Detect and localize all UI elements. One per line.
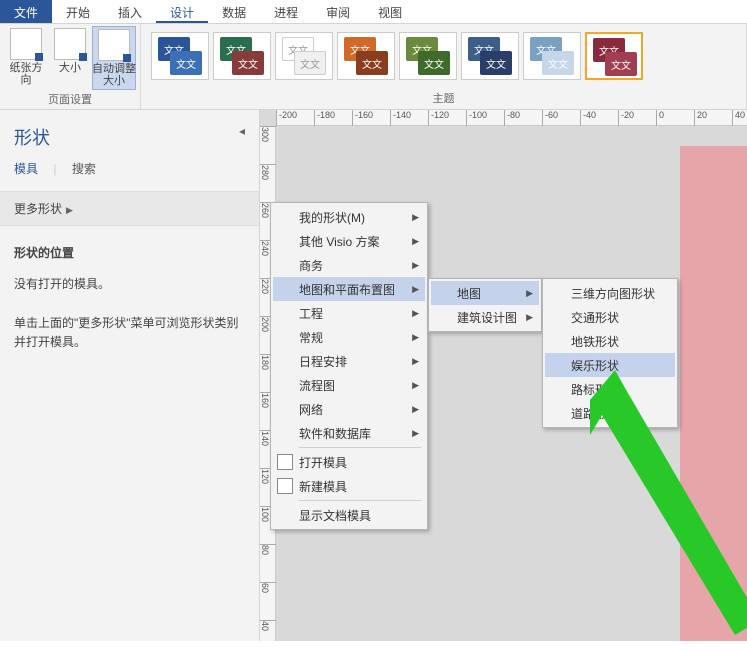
theme-swatch[interactable]: 文文文文 [337, 32, 395, 80]
open-icon [277, 454, 293, 470]
tab-review[interactable]: 审阅 [312, 0, 364, 23]
group-label-theme: 主题 [145, 89, 742, 107]
tab-insert[interactable]: 插入 [104, 0, 156, 23]
ruler-horizontal: -200-180-160-140-120-100-80-60-40-200204… [276, 110, 747, 126]
menu-item[interactable]: 娱乐形状 [545, 353, 675, 377]
chevron-right-icon: ▶ [412, 404, 419, 415]
menu-item[interactable]: 其他 Visio 方案▶ [273, 229, 425, 253]
chevron-right-icon: ▶ [412, 428, 419, 439]
tab-view[interactable]: 视图 [364, 0, 416, 23]
menu-item[interactable]: 地图▶ [431, 281, 539, 305]
chevron-right-icon: ▶ [412, 308, 419, 319]
menu-item[interactable]: 交通形状 [545, 305, 675, 329]
menu-item[interactable]: 显示文档模具 [273, 503, 425, 527]
autosize-icon [98, 29, 130, 61]
menu-item[interactable]: 软件和数据库▶ [273, 421, 425, 445]
menu-item[interactable]: 常规▶ [273, 325, 425, 349]
theme-swatch[interactable]: 文文文文 [461, 32, 519, 80]
group-label-page: 页面设置 [4, 90, 136, 108]
orientation-icon [10, 28, 42, 60]
tab-design[interactable]: 设计 [156, 0, 208, 23]
tab-file[interactable]: 文件 [0, 0, 52, 23]
menu-item[interactable]: 地图和平面布置图▶ [273, 277, 425, 301]
menu-item[interactable]: 我的形状(M)▶ [273, 205, 425, 229]
menu-item[interactable]: 商务▶ [273, 253, 425, 277]
maps-submenu: 地图▶建筑设计图▶ [428, 278, 542, 332]
orientation-button[interactable]: 纸张方向 [4, 26, 48, 88]
menu-item[interactable]: 日程安排▶ [273, 349, 425, 373]
map-shapes-submenu: 三维方向图形状交通形状地铁形状娱乐形状路标形状道路形状 [542, 278, 678, 428]
theme-swatch[interactable]: 文文文文 [523, 32, 581, 80]
chevron-right-icon: ▶ [412, 236, 419, 247]
theme-swatch[interactable]: 文文文文 [585, 32, 643, 80]
autosize-button[interactable]: 自动调整 大小 [92, 26, 136, 90]
group-page-setup: 纸张方向 大小 自动调整 大小 页面设置 [0, 24, 141, 109]
tab-process[interactable]: 进程 [260, 0, 312, 23]
shapes-panel: ◂ 形状 模具 | 搜索 更多形状▶ 形状的位置 没有打开的模具。 单击上面的"… [0, 110, 260, 641]
stencil-hint-text: 单击上面的"更多形状"菜单可浏览形状类别并打开模具。 [14, 314, 245, 352]
no-stencil-text: 没有打开的模具。 [14, 275, 245, 294]
panel-collapse-icon[interactable]: ◂ [239, 124, 245, 138]
more-shapes-button[interactable]: 更多形状▶ [0, 191, 259, 226]
panel-title: 形状 [14, 124, 245, 150]
tab-start[interactable]: 开始 [52, 0, 104, 23]
menu-item[interactable]: 网络▶ [273, 397, 425, 421]
theme-swatch[interactable]: 文文文文 [213, 32, 271, 80]
size-button[interactable]: 大小 [48, 26, 92, 76]
theme-swatch[interactable]: 文文文文 [399, 32, 457, 80]
more-shapes-menu: 我的形状(M)▶其他 Visio 方案▶商务▶地图和平面布置图▶工程▶常规▶日程… [270, 202, 428, 530]
theme-swatch[interactable]: 文文文文 [151, 32, 209, 80]
stencils-tab[interactable]: 模具 [14, 162, 38, 176]
menu-item[interactable]: 打开模具 [273, 450, 425, 474]
menu-item[interactable]: 流程图▶ [273, 373, 425, 397]
group-themes: 文文文文文文文文文文文文文文文文文文文文文文文文文文文文文文文文 主题 [141, 24, 747, 109]
chevron-right-icon: ▶ [412, 380, 419, 391]
chevron-right-icon: ▶ [526, 312, 533, 323]
page-background [680, 146, 747, 641]
chevron-right-icon: ▶ [66, 205, 73, 215]
chevron-right-icon: ▶ [526, 288, 533, 299]
ribbon: 纸张方向 大小 自动调整 大小 页面设置 文文文文文文文文文文文文文文文文文文文… [0, 24, 747, 110]
menu-item[interactable]: 新建模具 [273, 474, 425, 498]
menu-item[interactable]: 路标形状 [545, 377, 675, 401]
chevron-right-icon: ▶ [412, 332, 419, 343]
menu-item[interactable]: 工程▶ [273, 301, 425, 325]
menu-item[interactable]: 建筑设计图▶ [431, 305, 539, 329]
menu-item[interactable]: 三维方向图形状 [545, 281, 675, 305]
chevron-right-icon: ▶ [412, 356, 419, 367]
tab-data[interactable]: 数据 [208, 0, 260, 23]
chevron-right-icon: ▶ [412, 260, 419, 271]
chevron-right-icon: ▶ [412, 212, 419, 223]
menu-item[interactable]: 道路形状 [545, 401, 675, 425]
search-tab[interactable]: 搜索 [72, 162, 96, 176]
chevron-right-icon: ▶ [412, 284, 419, 295]
new-icon [277, 478, 293, 494]
shapes-position-heading: 形状的位置 [14, 244, 245, 263]
menu-item[interactable]: 地铁形状 [545, 329, 675, 353]
theme-swatch[interactable]: 文文文文 [275, 32, 333, 80]
size-icon [54, 28, 86, 60]
ribbon-tabs: 文件 开始 插入 设计 数据 进程 审阅 视图 [0, 0, 747, 24]
